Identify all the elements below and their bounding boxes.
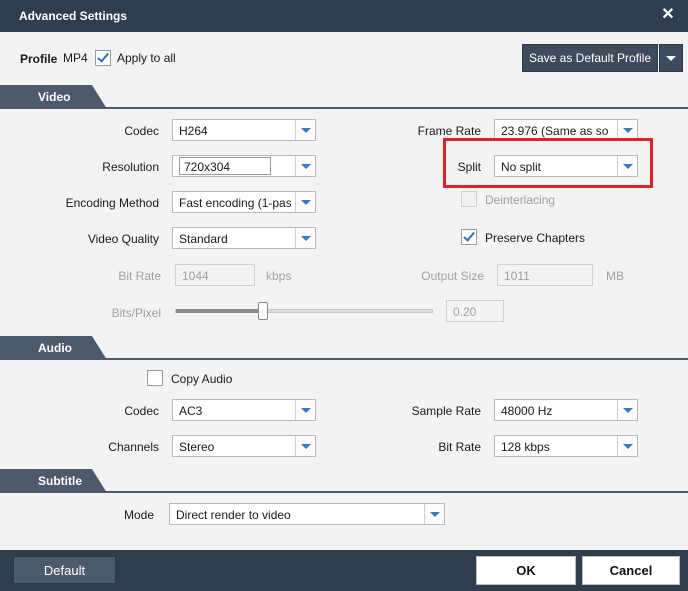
resolution-input[interactable]: 720x304: [179, 157, 271, 175]
deinterlacing-checkbox[interactable]: [461, 191, 477, 207]
chevron-down-icon: [617, 156, 637, 176]
audio-codec-value: AC3: [179, 404, 203, 418]
video-bitrate-input[interactable]: 1044: [175, 264, 255, 286]
preserve-chapters-checkbox[interactable]: [461, 229, 477, 245]
channels-label: Channels: [108, 440, 159, 454]
settings-body: [0, 32, 688, 550]
chevron-down-icon: [295, 120, 315, 140]
bits-pixel-slider-track[interactable]: [175, 309, 433, 313]
frame-rate-label: Frame Rate: [417, 124, 481, 138]
apply-to-all-checkbox[interactable]: [95, 50, 111, 66]
output-size-unit: MB: [606, 269, 624, 283]
chevron-down-icon: [666, 56, 676, 61]
chevron-down-icon: [295, 400, 315, 420]
checkmark-icon: [97, 50, 109, 63]
save-default-profile-button[interactable]: Save as Default Profile: [522, 44, 658, 72]
subtitle-section-header: Subtitle: [0, 469, 107, 493]
subtitle-mode-label: Mode: [123, 508, 154, 522]
chevron-down-icon: [295, 228, 315, 248]
copy-audio-checkbox[interactable]: [147, 370, 163, 386]
encoding-method-value: Fast encoding (1-pas: [179, 196, 291, 210]
title-bar: Advanced Settings ✕: [0, 0, 688, 32]
video-codec-select[interactable]: H264: [172, 119, 316, 141]
ok-button[interactable]: OK: [476, 556, 576, 585]
output-size-input[interactable]: 1011: [497, 264, 593, 286]
cancel-button[interactable]: Cancel: [582, 556, 680, 585]
channels-value: Stereo: [179, 440, 215, 454]
default-button[interactable]: Default: [13, 556, 116, 584]
audio-section-header: Audio: [0, 336, 107, 360]
audio-bitrate-select[interactable]: 128 kbps: [494, 435, 638, 457]
video-quality-label: Video Quality: [87, 232, 159, 246]
split-label: Split: [457, 160, 481, 174]
preserve-chapters-label: Preserve Chapters: [485, 231, 586, 245]
audio-bitrate-label: Bit Rate: [438, 440, 481, 454]
bits-pixel-label: Bits/Pixel: [111, 306, 161, 320]
chevron-down-icon: [424, 504, 444, 524]
chevron-down-icon: [617, 400, 637, 420]
chevron-down-icon: [295, 192, 315, 212]
window-title: Advanced Settings: [19, 9, 128, 23]
bits-pixel-slider-fill: [176, 309, 264, 313]
audio-codec-label: Codec: [124, 404, 159, 418]
encoding-method-label: Encoding Method: [65, 196, 159, 210]
copy-audio-label: Copy Audio: [171, 372, 233, 386]
video-section-header: Video: [0, 85, 107, 109]
chevron-down-icon: [617, 120, 637, 140]
audio-section-divider: [0, 358, 688, 360]
channels-select[interactable]: Stereo: [172, 435, 316, 457]
video-codec-value: H264: [179, 124, 208, 138]
bits-pixel-slider-thumb[interactable]: [258, 302, 268, 320]
video-quality-select[interactable]: Standard: [172, 227, 316, 249]
apply-to-all-label: Apply to all: [117, 51, 176, 65]
subtitle-section-divider: [0, 491, 688, 493]
chevron-down-icon: [617, 436, 637, 456]
video-codec-label: Codec: [124, 124, 159, 138]
frame-rate-value: 23.976 (Same as so: [501, 124, 609, 138]
split-value: No split: [501, 160, 542, 174]
save-profile-dropdown-button[interactable]: [659, 44, 683, 72]
split-select[interactable]: No split: [494, 155, 638, 177]
resolution-select[interactable]: 720x304: [172, 155, 316, 177]
video-quality-value: Standard: [179, 232, 228, 246]
profile-label: Profile: [20, 52, 58, 66]
resolution-label: Resolution: [102, 160, 159, 174]
chevron-down-icon: [295, 156, 315, 176]
bits-pixel-input[interactable]: 0.20: [446, 300, 504, 322]
encoding-method-select[interactable]: Fast encoding (1-pas: [172, 191, 316, 213]
audio-codec-select[interactable]: AC3: [172, 399, 316, 421]
video-bitrate-unit: kbps: [266, 269, 292, 283]
sample-rate-value: 48000 Hz: [501, 404, 553, 418]
checkmark-icon: [463, 229, 475, 242]
subtitle-mode-value: Direct render to video: [176, 508, 291, 522]
video-section-divider: [0, 107, 688, 109]
deinterlacing-label: Deinterlacing: [485, 193, 556, 207]
audio-bitrate-value: 128 kbps: [501, 440, 550, 454]
output-size-label: Output Size: [421, 269, 484, 283]
chevron-down-icon: [295, 436, 315, 456]
sample-rate-select[interactable]: 48000 Hz: [494, 399, 638, 421]
profile-value: MP4: [63, 51, 88, 65]
close-icon[interactable]: ✕: [660, 5, 676, 25]
subtitle-mode-select[interactable]: Direct render to video: [169, 503, 445, 525]
video-bitrate-label: Bit Rate: [118, 269, 161, 283]
sample-rate-label: Sample Rate: [411, 404, 481, 418]
